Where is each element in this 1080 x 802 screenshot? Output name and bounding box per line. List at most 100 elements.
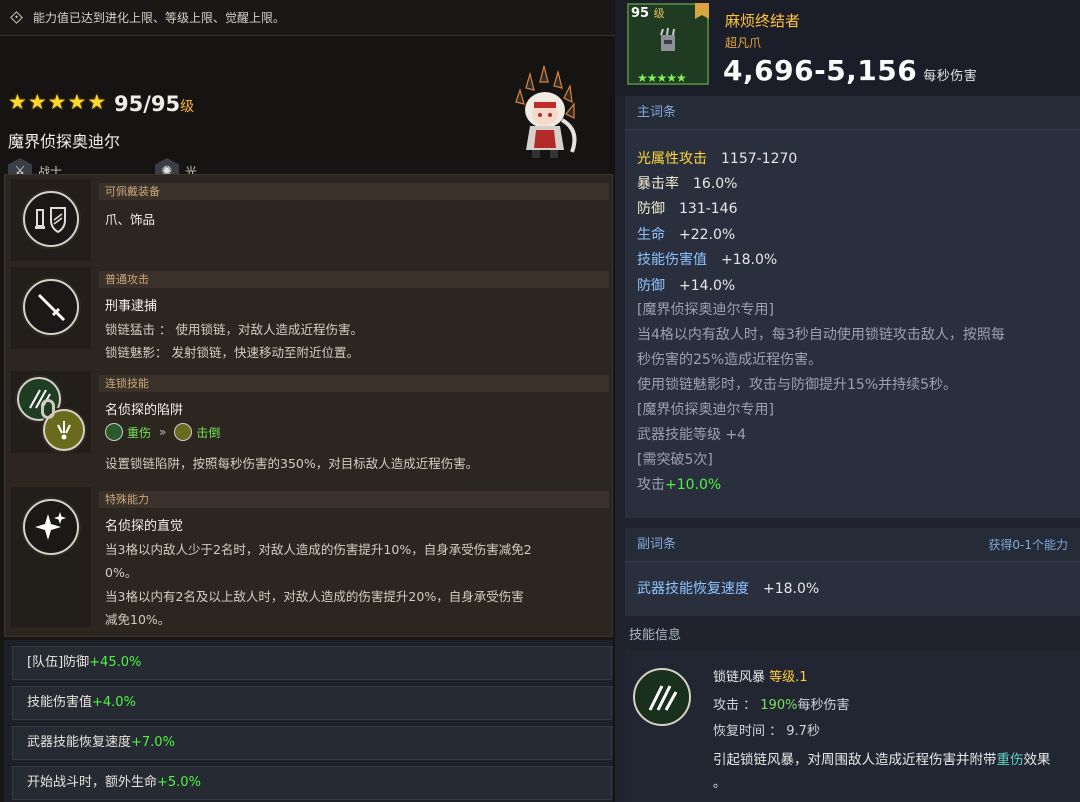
special-line: 当3格以内有2名及以上敌人时，对敌人造成的伤害提升20%，自身承受伤害 (105, 589, 524, 604)
hero-level-value: 95/95 (114, 92, 181, 116)
stat-key: 防御 (637, 278, 665, 294)
chain-to-label: 击倒 (196, 425, 221, 440)
weapon-dps-unit: 每秒伤害 (923, 69, 978, 84)
stat-key: 光属性攻击 (637, 151, 707, 167)
knockdown-status-icon (174, 423, 193, 441)
equip-icon-box (11, 179, 91, 261)
skill-atk-unit: 每秒伤害 (797, 698, 850, 713)
weapon-level: 95 级 (631, 5, 665, 21)
weapon-level-value: 95 (631, 6, 650, 21)
hero-portrait (515, 65, 577, 158)
skill-info-panel: 锁链风暴 等级.1 攻击 ： 190%每秒伤害 恢复时间 ： 9.7秒 引起锁链… (625, 650, 1080, 802)
stat-value: 131-146 (679, 201, 738, 217)
skill-desc-text: 效果 (1023, 752, 1051, 768)
buff-value: +4.0% (92, 695, 136, 710)
star-icon: ★ (27, 90, 47, 114)
buff-row: [队伍]防御+45.0% (12, 646, 612, 680)
special-block: 特殊能力 名侦探的直觉 当3格以内敌人少于2名时，对敌人造成的伤害提升10%，自… (11, 487, 609, 633)
stat-row: 生命 +22.0% (637, 224, 735, 244)
exclusive-effects: [魔界侦探奥迪尔专用] 当4格以内有敌人时，每3秒自动使用锁链攻击敌人，按照每 … (637, 298, 1077, 498)
skill-desc-highlight: 重伤 (996, 752, 1024, 768)
sparkle-icon (23, 499, 79, 555)
stat-value: +22.0% (679, 227, 736, 243)
injury-status-icon (105, 423, 123, 441)
exclusive-text: 当4格以内有敌人时，每3秒自动使用锁链攻击敌人，按照每 (637, 327, 1005, 343)
stat-value: 1157-1270 (721, 151, 798, 167)
skill-cd-label: 恢复时间 ： (713, 724, 783, 739)
skill-list: 可佩戴装备 爪、饰品 普通攻击 刑事逮捕 锁链猛击 ： 使用锁链，对敌人造成近程… (4, 174, 613, 637)
chain-skill-desc: 设置锁链陷阱，按照每秒伤害的350%，对目标敌人造成近程伤害。 (105, 456, 479, 471)
chain-skill-icon-box (11, 371, 91, 453)
weapon-header: 95 级 ★★★★★ 麻烦终结者 超凡爪 4,696-5,156 每秒伤害 (615, 0, 1080, 96)
special-header: 特殊能力 (99, 491, 609, 508)
stat-value: +18.0% (763, 581, 820, 597)
skill-atk-pct: 190% (760, 698, 798, 713)
stat-key: 武器技能恢复速度 (637, 581, 749, 597)
weapon-type: 超凡爪 (725, 36, 762, 50)
chain-from-label: 重伤 (127, 425, 152, 440)
exclusive-atk-label: 攻击 (637, 477, 665, 493)
skill-desc-text: 引起锁链风暴，对周围敌人造成近程伤害并附带 (713, 752, 997, 768)
buff-label: [队伍]防御 (27, 655, 90, 670)
stat-row: 防御 +14.0% (637, 275, 735, 295)
buff-label: 技能伤害值 (27, 695, 93, 710)
chain-storm-icon (633, 668, 691, 726)
sword-icon (23, 279, 79, 335)
weapon-dps-value: 4,696-5,156 (723, 54, 918, 87)
notice-bar: 能力值已达到进化上限、等级上限、觉醒上限。 (0, 0, 615, 36)
special-icon-box (11, 487, 91, 627)
stat-value: +14.0% (679, 278, 736, 294)
normal-attack-line: 锁链猛击 ： 使用锁链，对敌人造成近程伤害。 (105, 322, 363, 337)
star-icon: ★ (67, 90, 87, 114)
skill-level: 等级.1 (769, 670, 808, 685)
main-stats-panel: 主词条 光属性攻击 1157-1270 暴击率 16.0% 防御 131-146 生命… (625, 96, 1080, 518)
sub-stats-title: 副词条 (637, 537, 677, 552)
normal-attack-block: 普通攻击 刑事逮捕 锁链猛击 ： 使用锁链，对敌人造成近程伤害。 锁链魅影： 发… (11, 267, 609, 360)
skill-cd-value: 9.7秒 (786, 724, 820, 739)
sub-stats-panel: 副词条 获得0-1个能力 武器技能恢复速度 +18.0% (625, 528, 1080, 616)
stat-row: 技能伤害值 +18.0% (637, 249, 777, 269)
buff-value: +5.0% (157, 775, 201, 790)
buff-list: [队伍]防御+45.0% 技能伤害值+4.0% 武器技能恢复速度+7.0% 开始… (4, 640, 613, 802)
stat-row: 光属性攻击 1157-1270 (637, 148, 797, 168)
special-line: 0%。 (105, 565, 138, 580)
buff-row: 武器技能恢复速度+7.0% (12, 726, 612, 760)
hero-panel: 能力值已达到进化上限、等级上限、觉醒上限。 ★ ★ ★ ★ ★ 95/95级 魔界侦探奥… (0, 0, 615, 802)
main-stats-header: 主词条 (625, 96, 1080, 130)
stat-value: 16.0% (693, 176, 738, 192)
skill-desc: 引起锁链风暴，对周围敌人造成近程伤害并附带重伤效果 (713, 748, 1051, 768)
chain-trigger-row: 重伤 » 击倒 (105, 423, 220, 441)
weapon-icon-tile[interactable]: 95 级 ★★★★★ (627, 3, 709, 85)
star-icon: ★ (47, 90, 67, 114)
sub-stats-hint: 获得0-1个能力 (988, 538, 1068, 552)
weapon-panel: 95 级 ★★★★★ 麻烦终结者 超凡爪 4,696-5,156 每秒伤害 主词条… (615, 0, 1080, 802)
double-chevron-icon: » (159, 425, 167, 439)
chain-skill-header: 连锁技能 (99, 375, 609, 392)
equip-icon (23, 191, 79, 247)
hero-name: 魔界侦探奥迪尔 (8, 132, 121, 151)
buff-row: 开始战斗时，额外生命+5.0% (12, 766, 612, 800)
special-line: 当3格以内敌人少于2名时，对敌人造成的伤害提升10%，自身承受伤害减免2 (105, 542, 532, 557)
normal-attack-header: 普通攻击 (99, 271, 609, 288)
sub-stats-header: 副词条 获得0-1个能力 (625, 528, 1080, 562)
weapon-dps: 4,696-5,156 每秒伤害 (723, 54, 977, 87)
equip-block: 可佩戴装备 爪、饰品 (11, 179, 609, 261)
normal-attack-title: 刑事逮捕 (105, 299, 158, 314)
notice-text: 能力值已达到进化上限、等级上限、觉醒上限。 (33, 11, 286, 25)
star-icon: ★ (87, 90, 107, 114)
normal-attack-line: 锁链魅影： 发射锁链，快速移动至附近位置。 (105, 345, 359, 360)
equip-text: 爪、饰品 (105, 212, 156, 227)
skill-cd-row: 恢复时间 ： 9.7秒 (713, 720, 820, 739)
exclusive-tag: [魔界侦探奥迪尔专用] (637, 402, 774, 418)
buff-label: 武器技能恢复速度 (27, 735, 132, 750)
skill-atk-label: 攻击 ： (713, 698, 757, 713)
buff-value: +7.0% (131, 735, 175, 750)
exclusive-tag: [魔界侦探奥迪尔专用] (637, 302, 774, 318)
stat-key: 生命 (637, 227, 665, 243)
stat-key: 技能伤害值 (637, 252, 707, 268)
exclusive-atk-row: 攻击+10.0% (637, 473, 1077, 498)
stat-row: 暴击率 16.0% (637, 173, 737, 193)
diamond-icon (10, 11, 23, 24)
special-title: 名侦探的直觉 (105, 519, 184, 534)
stat-row: 防御 131-146 (637, 198, 738, 218)
